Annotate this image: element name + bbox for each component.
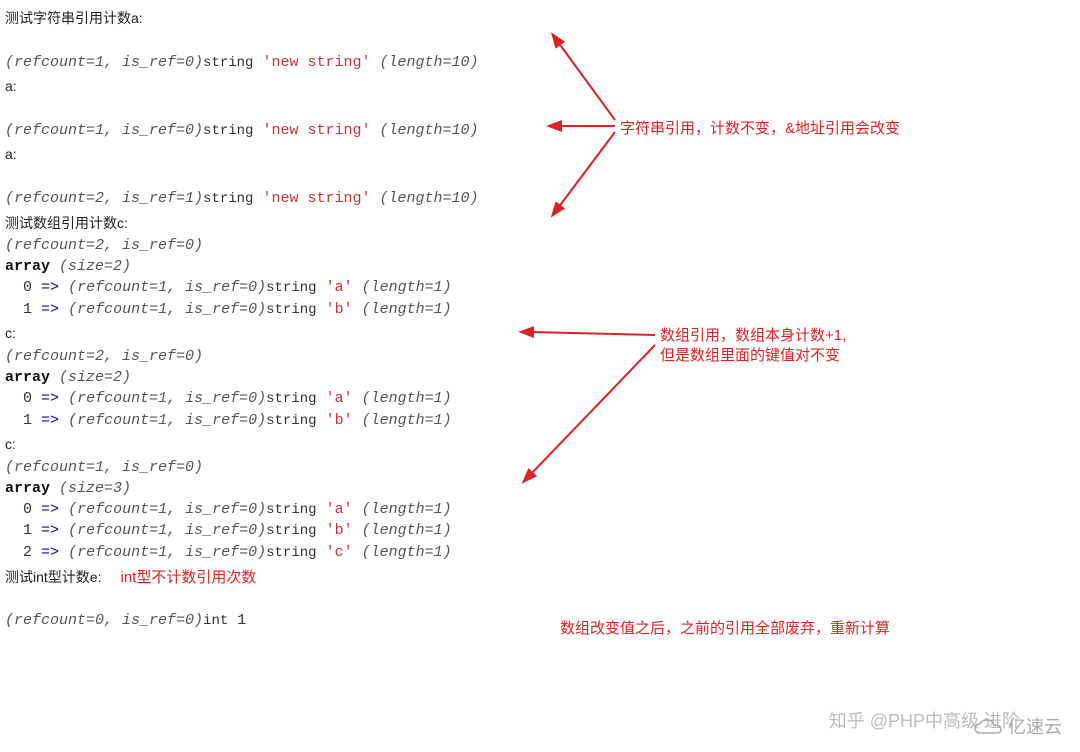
length-text: (length=1) xyxy=(362,544,452,561)
string-value: 'a' xyxy=(326,501,353,518)
title-test-int-e: 测试int型计数e: xyxy=(5,568,101,588)
arrow: => xyxy=(41,390,59,407)
array3-row-0: 0 => (refcount=1, is_ref=0)string 'a' (l… xyxy=(5,499,1075,521)
refcount-text: (refcount=1, is_ref=0) xyxy=(5,122,203,139)
refcount-text: (refcount=2, is_ref=0) xyxy=(5,237,203,254)
refcount-text: (refcount=1, is_ref=0) xyxy=(5,459,203,476)
length-text: (length=10) xyxy=(380,54,479,71)
length-text: (length=1) xyxy=(362,412,452,429)
array2-row-1: 1 => (refcount=1, is_ref=0)string 'b' (l… xyxy=(5,410,1075,432)
type-label: string xyxy=(266,280,316,296)
index: 2 xyxy=(23,544,32,561)
array1-refcount: (refcount=2, is_ref=0) xyxy=(5,235,1075,256)
refcount-text: (refcount=1, is_ref=0) xyxy=(68,501,266,518)
refcount-text: (refcount=1, is_ref=0) xyxy=(68,522,266,539)
array1-row-1: 1 => (refcount=1, is_ref=0)string 'b' (l… xyxy=(5,299,1075,321)
string-value: 'new string' xyxy=(262,54,370,71)
arrow: => xyxy=(41,522,59,539)
arrow: => xyxy=(41,412,59,429)
refcount-text: (refcount=1, is_ref=0) xyxy=(68,390,266,407)
refcount-text: (refcount=1, is_ref=0) xyxy=(5,54,203,71)
title-test-array-c: 测试数组引用计数c: xyxy=(5,214,1075,234)
watermark-yisu-text: 亿速云 xyxy=(1008,717,1062,737)
length-text: (length=10) xyxy=(380,122,479,139)
array1-header: array (size=2) xyxy=(5,256,1075,277)
length-text: (length=1) xyxy=(362,279,452,296)
note-array-reference-line1: 数组引用，数组本身计数+1, xyxy=(660,325,846,346)
arrow: => xyxy=(41,501,59,518)
string-value: 'b' xyxy=(326,412,353,429)
array2-header: array (size=2) xyxy=(5,367,1075,388)
index: 0 xyxy=(23,390,32,407)
array-keyword: array xyxy=(5,480,50,497)
index: 1 xyxy=(23,301,32,318)
index: 1 xyxy=(23,522,32,539)
title-a-3: a: xyxy=(5,145,1075,165)
arrow: => xyxy=(41,279,59,296)
array-size: (size=2) xyxy=(59,369,131,386)
refcount-text: (refcount=1, is_ref=0) xyxy=(68,412,266,429)
string-value: 'b' xyxy=(326,301,353,318)
string-value: 'a' xyxy=(326,390,353,407)
dump-line-3: (refcount=2, is_ref=1)string 'new string… xyxy=(5,167,1075,210)
index: 1 xyxy=(23,412,32,429)
type-label: string xyxy=(266,413,316,429)
refcount-text: (refcount=2, is_ref=1) xyxy=(5,190,203,207)
string-value: 'new string' xyxy=(262,190,370,207)
note-array-changed: 数组改变值之后，之前的引用全部废弃，重新计算 xyxy=(560,618,890,639)
type-label: string xyxy=(266,545,316,561)
length-text: (length=1) xyxy=(362,522,452,539)
string-value: 'new string' xyxy=(262,122,370,139)
array-keyword: array xyxy=(5,258,50,275)
array-size: (size=2) xyxy=(59,258,131,275)
title-c-3: c: xyxy=(5,435,1075,455)
type-label: string xyxy=(266,502,316,518)
array-size: (size=3) xyxy=(59,480,131,497)
type-label: int xyxy=(203,613,228,629)
refcount-text: (refcount=2, is_ref=0) xyxy=(5,348,203,365)
type-label: string xyxy=(203,55,253,71)
title-c-2: c: xyxy=(5,324,1075,344)
refcount-text: (refcount=1, is_ref=0) xyxy=(68,544,266,561)
title-test-string-a: 测试字符串引用计数a: xyxy=(5,9,1075,29)
refcount-text: (refcount=1, is_ref=0) xyxy=(68,301,266,318)
array2-refcount: (refcount=2, is_ref=0) xyxy=(5,346,1075,367)
dump-int-line: (refcount=0, is_ref=0)int 1 xyxy=(5,589,1075,632)
array2-row-0: 0 => (refcount=1, is_ref=0)string 'a' (l… xyxy=(5,388,1075,410)
arrow: => xyxy=(41,301,59,318)
array3-header: array (size=3) xyxy=(5,478,1075,499)
int-value: 1 xyxy=(237,612,246,629)
length-text: (length=1) xyxy=(362,390,452,407)
refcount-text: (refcount=0, is_ref=0) xyxy=(5,612,203,629)
type-label: string xyxy=(203,123,253,139)
type-label: string xyxy=(266,523,316,539)
refcount-text: (refcount=1, is_ref=0) xyxy=(68,279,266,296)
array3-row-2: 2 => (refcount=1, is_ref=0)string 'c' (l… xyxy=(5,542,1075,564)
index: 0 xyxy=(23,501,32,518)
string-value: 'c' xyxy=(326,544,353,561)
string-value: 'b' xyxy=(326,522,353,539)
type-label: string xyxy=(266,391,316,407)
dump-line-1: (refcount=1, is_ref=0)string 'new string… xyxy=(5,31,1075,74)
note-array-reference-line2: 但是数组里面的键值对不变 xyxy=(660,345,840,366)
title-a-2: a: xyxy=(5,77,1075,97)
arrow: => xyxy=(41,544,59,561)
watermark-yisu: 亿速云 xyxy=(973,715,1062,740)
dump-line-2: (refcount=1, is_ref=0)string 'new string… xyxy=(5,99,1075,142)
array-keyword: array xyxy=(5,369,50,386)
length-text: (length=1) xyxy=(362,301,452,318)
note-string-reference: 字符串引用，计数不变，&地址引用会改变 xyxy=(620,118,900,139)
type-label: string xyxy=(203,191,253,207)
length-text: (length=10) xyxy=(380,190,479,207)
array3-refcount: (refcount=1, is_ref=0) xyxy=(5,457,1075,478)
index: 0 xyxy=(23,279,32,296)
string-value: 'a' xyxy=(326,279,353,296)
length-text: (length=1) xyxy=(362,501,452,518)
array3-row-1: 1 => (refcount=1, is_ref=0)string 'b' (l… xyxy=(5,520,1075,542)
array1-row-0: 0 => (refcount=1, is_ref=0)string 'a' (l… xyxy=(5,277,1075,299)
type-label: string xyxy=(266,302,316,318)
note-int-no-refcount: int型不计数引用次数 xyxy=(120,569,256,586)
